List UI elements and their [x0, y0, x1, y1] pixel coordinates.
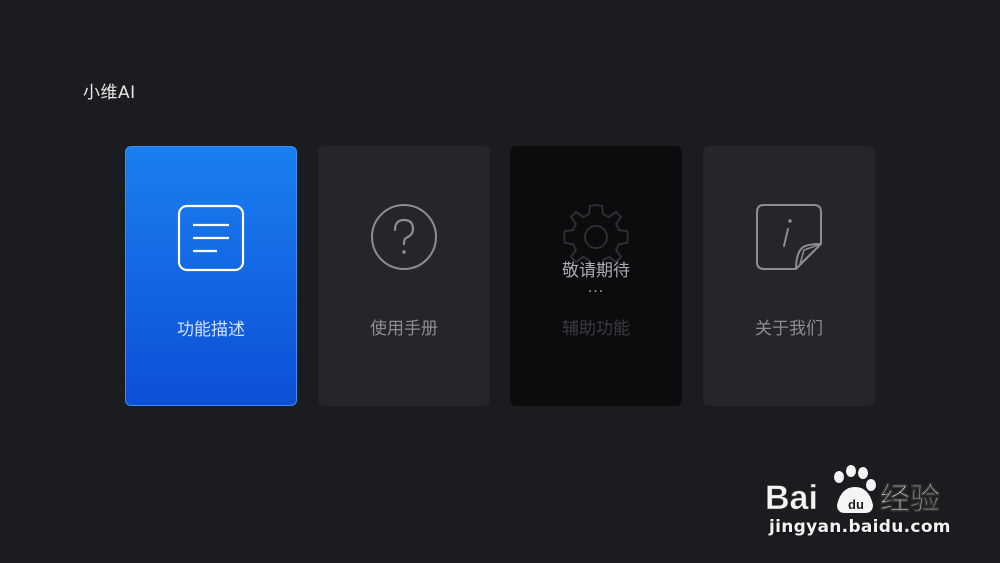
app-title: 小维AI — [83, 83, 136, 103]
document-list-icon — [177, 204, 245, 272]
question-circle-icon — [371, 204, 437, 270]
svg-text:经验: 经验 — [880, 482, 940, 515]
coming-soon-dots: ... — [587, 280, 605, 296]
card-feature-description[interactable]: 功能描述 — [125, 146, 297, 406]
watermark-url: jingyan.baidu.com — [769, 517, 951, 537]
coming-soon-text: 敬请期待 — [562, 261, 630, 281]
card-label: 辅助功能 — [562, 319, 630, 339]
card-accessibility: 辅助功能 敬请期待 ... — [510, 146, 682, 406]
card-label: 使用手册 — [370, 319, 438, 339]
svg-text:du: du — [848, 497, 864, 512]
card-label: 功能描述 — [177, 320, 245, 340]
card-user-manual[interactable]: 使用手册 — [318, 146, 490, 406]
card-about-us[interactable]: 关于我们 — [703, 146, 875, 406]
info-note-icon — [756, 204, 822, 270]
baidu-jingyan-watermark: Bai du 经验 jingyan.baidu.com — [765, 455, 975, 545]
svg-text:Bai: Bai — [765, 479, 818, 515]
card-label: 关于我们 — [755, 319, 823, 339]
baidu-jingyan-logo-icon: Bai du 经验 — [765, 465, 940, 515]
app-screen: 小维AI 功能描述 使用手册 辅助功能 敬请期待 ... 关于我们 Bai du… — [0, 0, 1000, 563]
